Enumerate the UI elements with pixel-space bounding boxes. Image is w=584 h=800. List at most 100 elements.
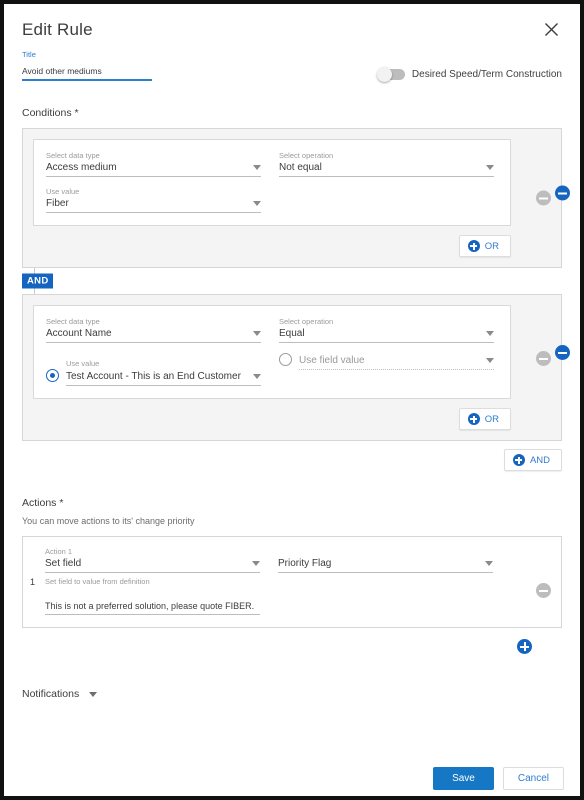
action-target-label [278, 547, 493, 557]
and-separator: AND [22, 268, 562, 294]
title-toggle-row: Title Desired Speed/Term Construction [4, 40, 580, 82]
condition-row-2: Select data type Account Name Select ope… [33, 305, 511, 399]
chevron-down-icon [253, 374, 261, 379]
condition-2-use-value-inner: Use value Test Account - This is an End … [66, 353, 261, 386]
remove-condition-row-2-button[interactable] [536, 351, 551, 366]
dialog-footer: Save Cancel [4, 767, 580, 790]
desired-speed-toggle-wrapper: Desired Speed/Term Construction [376, 67, 562, 82]
conditions-heading: Conditions * [22, 107, 79, 119]
add-and-row: AND [4, 449, 562, 471]
title-label: Title [22, 50, 36, 59]
condition-2-use-value-label: Use value [66, 359, 100, 368]
action-target-field: Priority Flag [278, 547, 493, 587]
condition-1-data-type-value: Access medium [46, 162, 117, 173]
notifications-toggle[interactable]: Notifications [4, 688, 580, 700]
condition-row-1-fields: Select data type Access medium Select op… [46, 151, 498, 213]
add-or-label: OR [484, 413, 499, 425]
action-text-input[interactable]: This is not a preferred solution, please… [45, 601, 260, 615]
add-action-button[interactable] [517, 639, 532, 654]
chevron-down-icon [486, 165, 494, 170]
remove-condition-group-2-button[interactable] [555, 345, 570, 360]
condition-1-data-type-label: Select data type [46, 151, 100, 160]
action-area: 1 Action 1 Set field Set field to value … [4, 536, 580, 654]
condition-2-operation-value: Equal [279, 328, 305, 339]
action-top-row: Action 1 Set field Set field to value fr… [45, 547, 549, 587]
page-title: Edit Rule [22, 20, 93, 39]
plus-icon [467, 413, 480, 425]
title-field-wrapper: Title [22, 50, 152, 81]
title-input[interactable] [22, 66, 152, 81]
chevron-down-icon [486, 358, 494, 363]
actions-subtext: You can move actions to its' change prio… [22, 516, 195, 526]
condition-2-use-field-value-field: Use field value [279, 353, 494, 386]
condition-1-use-value-value: Fiber [46, 198, 69, 209]
condition-group-2-add-or-row: OR [33, 408, 511, 430]
condition-1-use-value-select[interactable]: Fiber [46, 198, 261, 213]
actions-heading: Actions * [22, 497, 64, 509]
condition-2-use-field-value-inner: Use field value [299, 355, 494, 370]
chevron-down-icon [252, 561, 260, 566]
condition-2-use-field-value-value: Use field value [299, 355, 365, 366]
dialog-header: Edit Rule [4, 4, 580, 40]
condition-2-use-value-field: Use value Test Account - This is an End … [46, 353, 261, 386]
remove-condition-group-1-button[interactable] [555, 185, 570, 201]
and-badge: AND [22, 273, 54, 289]
add-or-button-group-2[interactable]: OR [458, 408, 511, 430]
add-and-label: AND [529, 454, 550, 466]
condition-1-use-value-label: Use value [46, 187, 80, 196]
condition-group-1-area: Select data type Access medium Select op… [4, 128, 580, 268]
condition-2-data-type-select[interactable]: Account Name [46, 328, 261, 343]
chevron-down-icon [253, 201, 261, 206]
condition-group-1: Select data type Access medium Select op… [22, 128, 570, 268]
condition-2-operation-select[interactable]: Equal [279, 328, 494, 343]
add-and-button[interactable]: AND [503, 449, 562, 471]
action-type-field: Action 1 Set field Set field to value fr… [45, 547, 260, 587]
save-button[interactable]: Save [433, 767, 494, 790]
action-target-select[interactable]: Priority Flag [278, 558, 493, 573]
action-label: Action 1 [45, 547, 73, 556]
condition-row-2-fields: Select data type Account Name Select ope… [46, 317, 498, 386]
condition-group-1-add-or-row: OR [33, 235, 511, 257]
action-type-value: Set field [45, 558, 82, 569]
remove-action-1-button[interactable] [536, 583, 551, 598]
plus-icon [467, 240, 480, 252]
add-action-row [22, 639, 562, 654]
chevron-down-icon [486, 331, 494, 336]
chevron-down-icon [253, 331, 261, 336]
chevron-down-icon [253, 165, 261, 170]
condition-1-data-type-field: Select data type Access medium [46, 151, 261, 177]
remove-condition-row-1-button[interactable] [536, 190, 551, 206]
condition-2-use-value-value: Test Account - This is an End Customer [66, 371, 241, 382]
condition-1-use-value-field: Use value Fiber [46, 187, 261, 213]
condition-2-data-type-field: Select data type Account Name [46, 317, 261, 343]
condition-2-operation-label: Select operation [279, 317, 334, 326]
close-icon[interactable] [540, 18, 562, 40]
chevron-down-icon [89, 691, 98, 697]
condition-1-operation-value: Not equal [279, 162, 322, 173]
use-value-radio[interactable] [46, 369, 59, 382]
use-field-value-radio[interactable] [279, 353, 292, 366]
add-or-button-group-1[interactable]: OR [458, 235, 511, 257]
desired-speed-toggle[interactable] [376, 67, 405, 82]
plus-icon [512, 454, 525, 466]
condition-1-operation-label: Select operation [279, 151, 334, 160]
toggle-knob [376, 67, 392, 82]
condition-2-use-field-value-select[interactable]: Use field value [299, 355, 494, 370]
condition-group-2: Select data type Account Name Select ope… [22, 294, 570, 441]
notifications-label: Notifications [22, 688, 80, 700]
action-helper-text: Set field to value from definition [45, 577, 150, 586]
condition-2-use-value-radio-row: Use value Test Account - This is an End … [46, 353, 261, 386]
action-type-select[interactable]: Set field [45, 558, 260, 573]
condition-2-use-field-value-radio-row: Use field value [279, 353, 494, 370]
cancel-button[interactable]: Cancel [502, 767, 564, 790]
condition-1-operation-field: Select operation Not equal [279, 151, 494, 177]
action-target-value: Priority Flag [278, 558, 332, 569]
chevron-down-icon [485, 561, 493, 566]
action-index: 1 [30, 577, 36, 587]
condition-1-operation-select[interactable]: Not equal [279, 162, 494, 177]
condition-2-operation-field: Select operation Equal [279, 317, 494, 343]
condition-1-data-type-select[interactable]: Access medium [46, 162, 261, 177]
condition-2-data-type-label: Select data type [46, 317, 100, 326]
condition-2-use-value-select[interactable]: Test Account - This is an End Customer [66, 371, 261, 386]
condition-row-1: Select data type Access medium Select op… [33, 139, 511, 226]
